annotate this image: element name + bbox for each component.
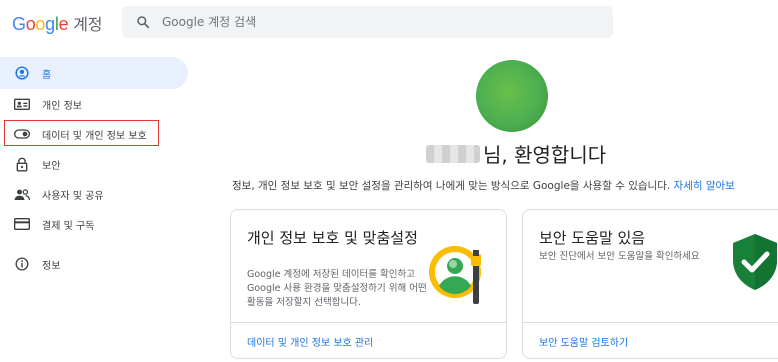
sidebar-item-label: 결제 및 구독 [42,220,95,232]
id-card-icon [14,96,30,112]
app-header: Google 계정 [0,0,778,46]
card-divider [523,322,778,323]
sidebar-item-label: 홈 [42,69,52,81]
sidebar-item-payments[interactable]: 결제 및 구독 [0,209,190,239]
logo-letter: o [25,14,36,34]
page-description: 정보, 개인 정보 보호 및 보안 설정을 관리하여 나에게 맞는 방식으로 G… [232,178,778,193]
google-account-logo[interactable]: Google 계정 [12,11,102,35]
logo-letter: o [35,14,46,34]
sidebar-item-about[interactable]: 정보 [0,249,190,279]
sidebar-item-data-privacy[interactable]: 데이터 및 개인 정보 보호 [0,119,190,149]
welcome-heading: 님, 환영합니다 [426,139,606,168]
search-icon[interactable] [136,15,150,29]
logo-letter: e [58,14,69,34]
sidebar-item-people-sharing[interactable]: 사용자 및 공유 [0,179,190,209]
privacy-personalization-icon [429,246,481,304]
learn-more-link[interactable]: 자세히 알아보 [674,180,735,192]
sidebar-item-home[interactable]: 홈 [0,57,188,89]
manage-data-privacy-link[interactable]: 데이터 및 개인 정보 보호 관리 [247,334,373,349]
privacy-personalization-card[interactable]: 개인 정보 보호 및 맞춤설정 Google 계정에 저장된 데이터를 확인하고… [230,209,507,359]
people-icon [14,186,30,202]
logo-suffix: 계정 [73,15,103,34]
sidebar-item-label: 데이터 및 개인 정보 보호 [42,130,147,142]
home-icon [14,65,30,81]
sidebar-item-security[interactable]: 보안 [0,149,190,179]
sidebar-item-personal-info[interactable]: 개인 정보 [0,89,190,119]
sidebar-item-label: 보안 [42,160,61,172]
card-description: 보안 진단에서 보안 도움말을 확인하세요 [539,251,700,262]
sidebar-nav: 홈 개인 정보 데이터 및 개인 정보 보호 보안 사용자 및 공유 결제 및 … [0,57,190,279]
card-description: Google 계정에 저장된 데이터를 확인하고 Google 사용 환경을 맞… [247,269,427,308]
toggle-icon [14,126,30,142]
search-bar[interactable] [122,6,613,38]
info-icon [14,256,30,272]
card-title: 개인 정보 보호 및 맞춤설정 [247,229,418,247]
card-divider [231,322,506,323]
security-tips-card[interactable]: 보안 도움말 있음 보안 진단에서 보안 도움말을 확인하세요 보안 도움말 검… [522,209,778,359]
credit-card-icon [14,216,30,232]
profile-avatar[interactable] [476,60,548,132]
lock-icon [14,156,30,172]
blurred-user-name [426,144,480,163]
description-text: 정보, 개인 정보 보호 및 보안 설정을 관리하여 나에게 맞는 방식으로 G… [232,180,671,192]
logo-letter: G [12,14,26,34]
search-input[interactable] [162,15,582,29]
logo-letter: g [45,14,55,34]
sidebar-item-label: 정보 [42,260,61,272]
review-security-tips-link[interactable]: 보안 도움말 검토하기 [539,334,628,349]
welcome-text: 님, 환영합니다 [483,143,607,167]
sidebar-item-label: 사용자 및 공유 [42,190,104,202]
card-title: 보안 도움말 있음 [539,229,646,247]
sidebar-item-label: 개인 정보 [42,100,82,112]
security-shield-icon [733,234,777,290]
